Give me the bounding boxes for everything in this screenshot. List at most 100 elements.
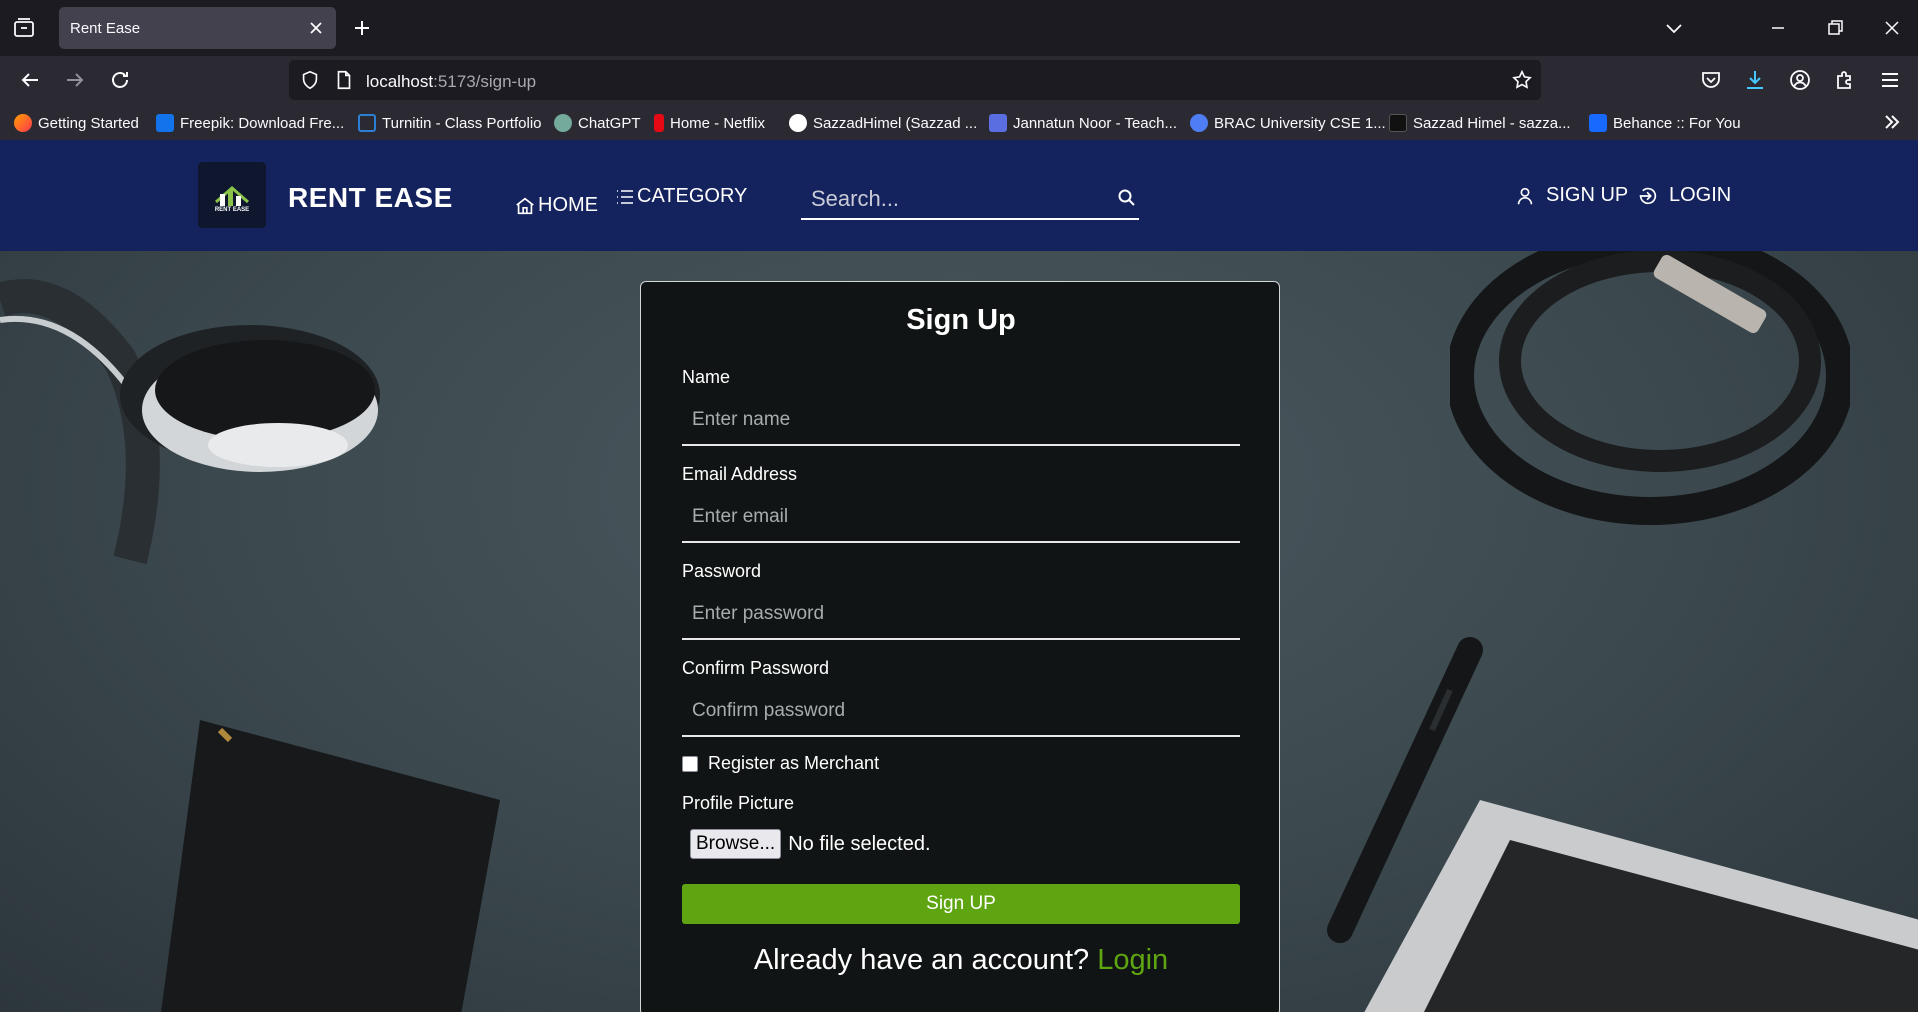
chevron-right-double-icon[interactable] [1882, 112, 1902, 132]
extensions-icon[interactable] [1833, 68, 1857, 92]
password-input[interactable] [692, 600, 1232, 628]
netflix-icon [654, 114, 664, 132]
bookmark-label: Sazzad Himel - sazza... [1413, 114, 1571, 132]
bookmark-item[interactable]: ChatGPT [554, 113, 641, 133]
nav-login[interactable]: LOGIN [1637, 184, 1731, 207]
login-icon [1639, 187, 1657, 204]
nav-home-label: HOME [538, 194, 598, 216]
download-icon[interactable] [1743, 68, 1767, 92]
behance-icon [1589, 114, 1607, 132]
file-status: No file selected. [788, 832, 931, 855]
bookmark-item[interactable]: Sazzad Himel - sazza... [1389, 113, 1571, 133]
freepik-icon [156, 114, 174, 132]
nav-sign-up[interactable]: SIGN UP [1514, 184, 1628, 207]
merchant-checkbox[interactable] [682, 755, 698, 772]
bookmark-item[interactable]: Getting Started [14, 113, 139, 133]
bookmark-label: Getting Started [38, 114, 139, 132]
name-input[interactable] [692, 406, 1232, 434]
bookmark-star-icon[interactable] [1511, 69, 1533, 91]
chevron-down-icon[interactable] [1662, 16, 1686, 40]
confirm-password-field-wrap [682, 685, 1240, 737]
sign-up-button[interactable]: Sign UP [682, 884, 1240, 924]
notebook-image [161, 720, 500, 1012]
login-prompt-text: Already have an account? [753, 944, 1090, 976]
menu-icon[interactable] [1878, 68, 1902, 92]
page-icon[interactable] [333, 69, 355, 91]
reload-icon[interactable] [108, 68, 132, 92]
bookmark-label: SazzadHimel (Sazzad ... [813, 114, 978, 132]
bookmark-label: Behance :: For You [1613, 114, 1741, 132]
pocket-icon[interactable] [1699, 68, 1723, 92]
site-header: RENT EASE RENT EASE HOME CATEGORY SIGN U… [0, 140, 1918, 251]
back-icon[interactable] [18, 68, 42, 92]
bookmark-item[interactable]: Behance :: For You [1589, 113, 1741, 133]
sign-up-form: Sign Up Name Email Address Password Conf… [640, 281, 1280, 1012]
login-prompt: Already have an account? Login [641, 944, 1281, 977]
tab-list-icon[interactable] [12, 16, 36, 40]
logo-icon [215, 186, 249, 206]
bookmarks-bar: Getting Started Freepik: Download Fre...… [0, 104, 1918, 140]
file-picker: Browse... No file selected. [690, 829, 931, 859]
bookmark-label: Jannatun Noor - Teach... [1013, 114, 1177, 132]
search-box [801, 180, 1139, 220]
bookmark-label: BRAC University CSE 1... [1214, 114, 1386, 132]
forward-icon[interactable] [63, 68, 87, 92]
browse-button[interactable]: Browse... [690, 829, 782, 859]
login-link[interactable]: Login [1097, 944, 1168, 976]
window-close-icon[interactable] [1880, 16, 1904, 40]
restore-icon[interactable] [1823, 16, 1847, 40]
nav-sign-up-label: SIGN UP [1546, 184, 1629, 206]
bookmark-label: Turnitin - Class Portfolio [382, 114, 542, 132]
logo[interactable]: RENT EASE [198, 162, 266, 228]
belt-image [1450, 251, 1850, 525]
minimize-icon[interactable] [1766, 16, 1790, 40]
nav-home[interactable]: HOME [514, 194, 598, 217]
bookmark-item[interactable]: BRAC University CSE 1... [1190, 113, 1386, 133]
bookmark-item[interactable]: Jannatun Noor - Teach... [989, 113, 1177, 133]
form-title: Sign Up [906, 304, 1016, 336]
search-input[interactable] [811, 184, 1101, 214]
nav-category[interactable]: CATEGORY [615, 185, 747, 208]
email-field-wrap [682, 491, 1240, 543]
account-icon[interactable] [1788, 68, 1812, 92]
bookmark-item[interactable]: Turnitin - Class Portfolio [358, 113, 542, 133]
email-input[interactable] [692, 503, 1232, 531]
search-icon[interactable] [1117, 188, 1137, 208]
close-icon[interactable] [306, 18, 326, 38]
new-tab-icon[interactable] [350, 16, 374, 40]
firefox-icon [14, 114, 32, 132]
bookmark-label: Freepik: Download Fre... [180, 114, 345, 132]
home-icon [516, 197, 534, 214]
people-icon [1190, 114, 1208, 132]
merchant-checkbox-row: Register as Merchant [682, 753, 879, 774]
classroom-icon [989, 114, 1007, 132]
browser-nav-bar: localhost:5173/sign-up [0, 56, 1918, 104]
browser-tab[interactable]: Rent Ease [59, 7, 336, 49]
turnitin-icon [358, 114, 376, 132]
url-text[interactable]: localhost:5173/sign-up [366, 72, 536, 92]
confirm-password-input[interactable] [692, 697, 1232, 725]
url-host: localhost [366, 72, 434, 91]
browser-tab-bar: Rent Ease [0, 0, 1918, 56]
shield-icon[interactable] [299, 69, 321, 91]
bookmark-item[interactable]: Home - Netflix [654, 113, 765, 133]
nav-category-label: CATEGORY [637, 185, 748, 207]
address-bar[interactable]: localhost:5173/sign-up [289, 60, 1541, 100]
name-label: Name [682, 367, 731, 387]
brand-name[interactable]: RENT EASE [288, 182, 453, 214]
user-icon [1517, 187, 1533, 204]
password-label: Password [682, 561, 762, 581]
tablet-image [1364, 800, 1918, 1012]
logo-text: RENT EASE [214, 207, 250, 213]
bookmark-label: ChatGPT [578, 114, 641, 132]
profile-picture-label: Profile Picture [682, 793, 795, 813]
tab-title: Rent Ease [70, 20, 141, 37]
web-page: RENT EASE RENT EASE HOME CATEGORY SIGN U… [0, 140, 1918, 1012]
name-field-wrap [682, 394, 1240, 446]
bookmark-item[interactable]: Freepik: Download Fre... [156, 113, 344, 133]
list-icon [617, 189, 633, 204]
merchant-label[interactable]: Register as Merchant [708, 753, 879, 774]
bookmark-label: Home - Netflix [670, 114, 766, 132]
nav-login-label: LOGIN [1669, 184, 1732, 206]
bookmark-item[interactable]: SazzadHimel (Sazzad ... [789, 113, 977, 133]
